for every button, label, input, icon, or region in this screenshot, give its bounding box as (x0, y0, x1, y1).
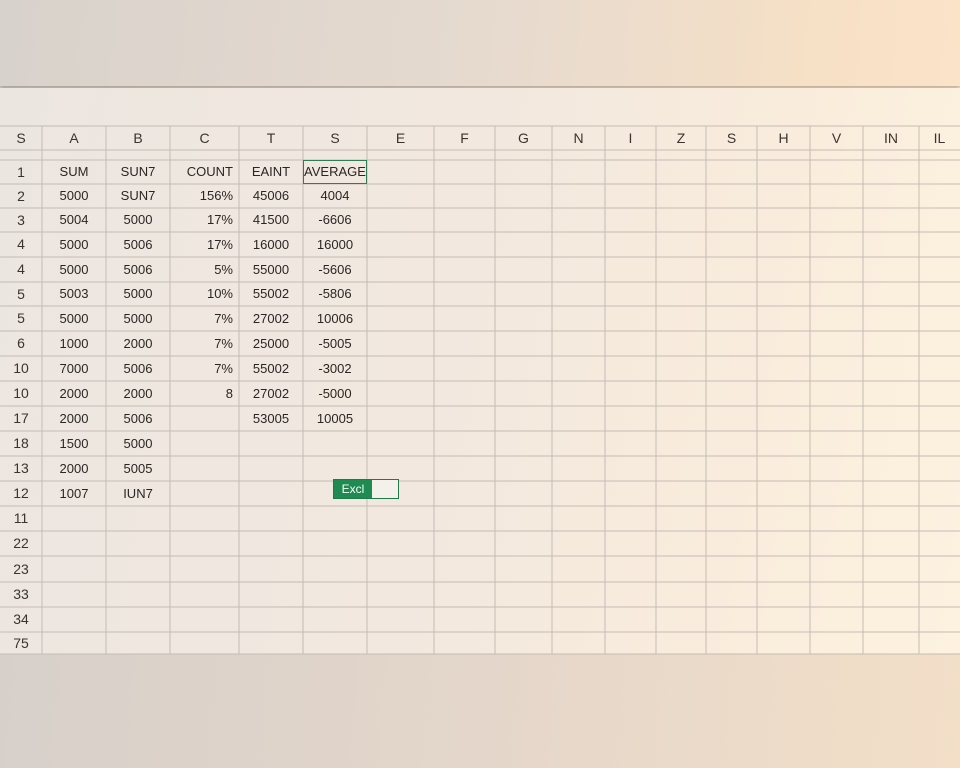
table-cell[interactable]: 5005 (106, 456, 170, 481)
row-header[interactable]: 18 (0, 431, 42, 456)
selected-cell-outline (303, 160, 367, 184)
table-cell[interactable]: SUN7 (106, 160, 170, 184)
row-header[interactable]: 10 (0, 381, 42, 406)
table-cell[interactable]: SUN7 (106, 184, 170, 208)
table-cell[interactable]: 2000 (106, 331, 170, 356)
table-cell[interactable]: 5004 (42, 208, 106, 232)
table-cell[interactable]: -6606 (303, 208, 367, 232)
table-cell[interactable]: COUNT (170, 160, 239, 184)
row-header[interactable]: 5 (0, 282, 42, 306)
table-cell[interactable]: 16000 (303, 232, 367, 257)
column-header[interactable]: Z (656, 126, 706, 150)
column-header[interactable]: H (757, 126, 810, 150)
table-cell[interactable]: 55000 (239, 257, 303, 282)
column-header[interactable]: IN (863, 126, 919, 150)
table-cell[interactable]: -5806 (303, 282, 367, 306)
table-cell[interactable]: 2000 (42, 456, 106, 481)
table-cell[interactable]: 5006 (106, 257, 170, 282)
column-header[interactable]: C (170, 126, 239, 150)
table-cell[interactable]: 55002 (239, 356, 303, 381)
row-header[interactable]: 10 (0, 356, 42, 381)
row-header[interactable]: 13 (0, 456, 42, 481)
table-cell[interactable]: 45006 (239, 184, 303, 208)
column-header[interactable]: G (495, 126, 552, 150)
row-header[interactable]: 2 (0, 184, 42, 208)
table-cell[interactable]: 5006 (106, 356, 170, 381)
row-header[interactable]: 12 (0, 481, 42, 506)
table-cell[interactable]: -5005 (303, 331, 367, 356)
row-header[interactable]: 11 (0, 506, 42, 531)
table-cell[interactable]: SUM (42, 160, 106, 184)
row-header[interactable]: 5 (0, 306, 42, 331)
table-cell[interactable]: 5003 (42, 282, 106, 306)
table-cell[interactable]: 10005 (303, 406, 367, 431)
table-cell[interactable]: 2000 (106, 381, 170, 406)
table-cell[interactable]: 10% (170, 282, 239, 306)
table-cell[interactable]: 5006 (106, 406, 170, 431)
table-cell[interactable]: EAINT (239, 160, 303, 184)
column-header[interactable]: V (810, 126, 863, 150)
excel-tag-label: Excl (334, 480, 372, 498)
column-header[interactable]: F (434, 126, 495, 150)
table-cell[interactable]: 5000 (42, 184, 106, 208)
table-cell[interactable]: 1500 (42, 431, 106, 456)
table-cell[interactable]: 5006 (106, 232, 170, 257)
table-cell[interactable]: 5% (170, 257, 239, 282)
table-cell[interactable]: 27002 (239, 381, 303, 406)
row-header[interactable]: 23 (0, 556, 42, 582)
row-header[interactable]: 3 (0, 208, 42, 232)
row-header[interactable]: 34 (0, 607, 42, 632)
row-header[interactable]: 33 (0, 582, 42, 607)
row-header[interactable]: 6 (0, 331, 42, 356)
table-cell[interactable]: 7% (170, 331, 239, 356)
table-cell[interactable]: 27002 (239, 306, 303, 331)
table-cell[interactable]: 16000 (239, 232, 303, 257)
column-header[interactable]: I (605, 126, 656, 150)
row-header[interactable]: 1 (0, 160, 42, 184)
table-cell[interactable]: 55002 (239, 282, 303, 306)
excel-tag[interactable]: Excl (333, 479, 399, 499)
row-header[interactable]: 4 (0, 232, 42, 257)
table-cell[interactable]: 2000 (42, 381, 106, 406)
table-cell[interactable]: 17% (170, 232, 239, 257)
table-cell[interactable]: IUN7 (106, 481, 170, 506)
table-cell[interactable]: 5000 (106, 282, 170, 306)
column-header[interactable]: T (239, 126, 303, 150)
table-cell[interactable]: -3002 (303, 356, 367, 381)
corner-header[interactable]: S (0, 126, 42, 150)
column-header[interactable]: A (42, 126, 106, 150)
table-cell[interactable]: 25000 (239, 331, 303, 356)
column-header[interactable]: IL (919, 126, 960, 150)
table-cell[interactable]: 17% (170, 208, 239, 232)
column-header[interactable]: S (706, 126, 757, 150)
column-header[interactable]: B (106, 126, 170, 150)
table-cell[interactable]: 7% (170, 356, 239, 381)
table-cell[interactable]: 7000 (42, 356, 106, 381)
table-cell[interactable]: 7% (170, 306, 239, 331)
row-header[interactable]: 4 (0, 257, 42, 282)
table-cell[interactable]: -5606 (303, 257, 367, 282)
table-cell[interactable]: 5000 (42, 232, 106, 257)
table-cell[interactable]: 1007 (42, 481, 106, 506)
column-header[interactable]: N (552, 126, 605, 150)
table-cell[interactable]: 5000 (42, 257, 106, 282)
table-cell[interactable]: 2000 (42, 406, 106, 431)
table-cell[interactable]: 5000 (106, 306, 170, 331)
column-header[interactable]: S (303, 126, 367, 150)
table-cell[interactable]: 5000 (106, 208, 170, 232)
table-cell[interactable]: 8 (170, 381, 239, 406)
table-cell[interactable]: 53005 (239, 406, 303, 431)
column-header[interactable]: E (367, 126, 434, 150)
table-cell[interactable]: 5000 (42, 306, 106, 331)
row-header[interactable]: 17 (0, 406, 42, 431)
table-cell[interactable]: 156% (170, 184, 239, 208)
table-cell[interactable]: 5000 (106, 431, 170, 456)
table-cell[interactable]: 1000 (42, 331, 106, 356)
table-cell[interactable]: 10006 (303, 306, 367, 331)
row-header[interactable]: 22 (0, 531, 42, 556)
row-header[interactable]: 75 (0, 632, 42, 654)
table-cell[interactable]: -5000 (303, 381, 367, 406)
table-cell[interactable]: 41500 (239, 208, 303, 232)
table-cell[interactable]: 4004 (303, 184, 367, 208)
